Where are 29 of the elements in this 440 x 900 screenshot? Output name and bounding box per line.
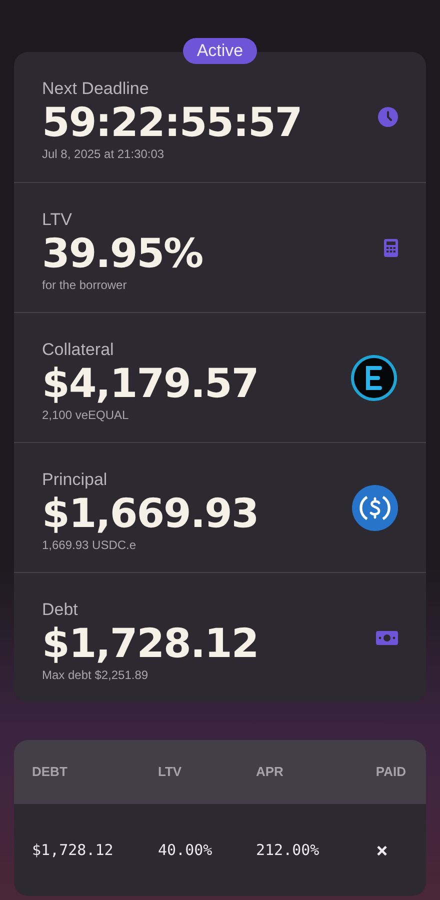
- status-badge: Active: [182, 38, 258, 64]
- stat-value: $4,179.57: [42, 360, 258, 406]
- stat-label: Collateral: [42, 338, 115, 360]
- table-cell-text: ×: [375, 837, 390, 864]
- dollar-coin-icon: [352, 484, 398, 530]
- stat-note: Max debt $2,251.89: [42, 666, 150, 682]
- stat-note: 2,100 veEQUAL: [42, 406, 130, 422]
- column-header: APR: [256, 763, 284, 782]
- table-cell-text: 212.00%: [256, 840, 320, 861]
- stat-note: for the borrower: [42, 276, 128, 292]
- column-header: LTV: [158, 763, 183, 782]
- calculator-icon: [384, 238, 398, 256]
- stat-note: Jul 8, 2025 at 21:30:03: [42, 146, 166, 162]
- banknote-icon: [376, 630, 398, 644]
- stat-value: 39.95%: [42, 230, 203, 276]
- column-header: PAID: [374, 763, 406, 782]
- stat-note: 1,669.93 USDC.e: [42, 536, 138, 552]
- stat-label: Next Deadline: [42, 78, 150, 100]
- stat-value: $1,728.12: [42, 620, 258, 666]
- table-cell-text: 40.00%: [158, 840, 214, 861]
- stat-label: Principal: [42, 468, 108, 490]
- stat-value: 59:22:55:57: [42, 100, 302, 146]
- table-cell-text: $1,728.12: [32, 840, 114, 861]
- stat-label: LTV: [42, 208, 73, 230]
- stat-label: Debt: [42, 598, 79, 620]
- token-logo-icon: [350, 354, 398, 402]
- stat-value: $1,669.93: [42, 490, 258, 536]
- clock-icon: [378, 107, 398, 127]
- column-header: DEBT: [32, 763, 68, 782]
